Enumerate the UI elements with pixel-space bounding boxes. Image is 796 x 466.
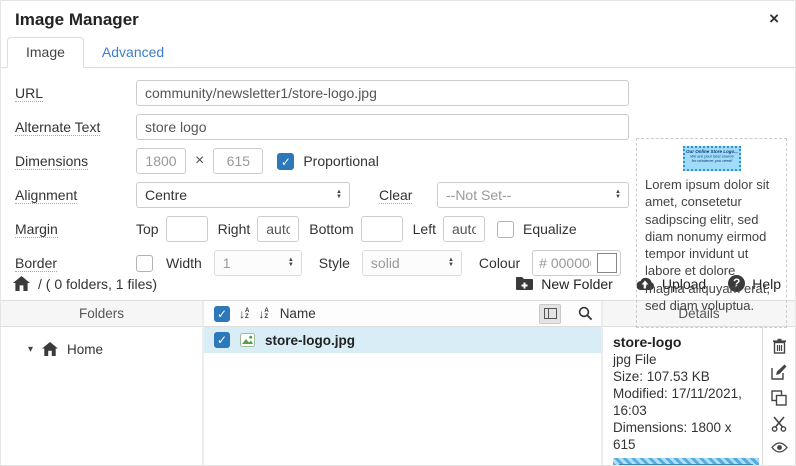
image-file-icon (240, 333, 255, 347)
margin-left-input[interactable] (443, 216, 485, 242)
border-width-label: Width (166, 255, 202, 271)
file-list: ✓ store-logo.jpg (204, 327, 601, 353)
copy-icon[interactable] (771, 390, 787, 406)
alignment-row: Alignment Centre ▲▼ Clear --Not Set-- ▲▼ (15, 182, 629, 208)
margin-right-label: Right (218, 221, 251, 237)
border-label: Border (15, 255, 57, 272)
border-style-select[interactable]: solid ▲▼ (362, 250, 462, 276)
select-all-checkbox[interactable]: ✓ (214, 306, 230, 322)
margin-bottom-label: Bottom (309, 221, 353, 237)
preview-lorem-text: Lorem ipsum dolor sit amet, consetetur s… (645, 176, 778, 314)
sort-ascending-icon[interactable]: ↓ AZ (239, 307, 249, 321)
alt-text-row: Alternate Text (15, 114, 629, 140)
details-dimensions: Dimensions: 1800 x 615 (613, 419, 756, 453)
toggle-details-pane-icon[interactable] (539, 304, 561, 324)
file-checkbox[interactable]: ✓ (214, 332, 230, 348)
folder-label: Home (67, 342, 103, 357)
folders-column: Folders ▾ Home (1, 301, 204, 466)
tab-bar: Image Advanced (1, 35, 795, 68)
home-icon (13, 276, 30, 291)
alignment-label: Alignment (15, 187, 77, 204)
file-actions-strip (762, 327, 795, 466)
name-column-label: Name (280, 306, 316, 321)
details-modified: Modified: 17/11/2021, 16:03 (613, 385, 756, 419)
dialog-header: Image Manager × (1, 1, 795, 35)
equalize-label: Equalize (523, 221, 577, 237)
url-row: URL (15, 80, 629, 106)
margin-label: Margin (15, 221, 58, 238)
details-title: store-logo (613, 334, 756, 351)
breadcrumb[interactable]: / ( 0 folders, 1 files) (13, 276, 157, 292)
margin-left-label: Left (413, 221, 436, 237)
proportional-label: Proportional (303, 153, 379, 169)
dialog-title: Image Manager (15, 10, 139, 30)
alt-text-input[interactable] (136, 114, 629, 140)
image-manager-dialog: Image Manager × Image Advanced URL Alter… (0, 0, 796, 466)
margin-row: Margin Top Right Bottom Left Equalize (15, 216, 629, 242)
alt-text-label: Alternate Text (15, 119, 100, 136)
close-icon[interactable]: × (769, 10, 779, 28)
border-colour-field (532, 250, 621, 276)
proportional-checkbox[interactable]: ✓ (277, 153, 294, 170)
files-column: ✓ ↓ AZ ↓ AZ Name ✓ (204, 301, 603, 466)
tab-advanced[interactable]: Advanced (84, 38, 182, 67)
files-header: ✓ ↓ AZ ↓ AZ Name (204, 301, 601, 327)
clear-select[interactable]: --Not Set-- ▲▼ (437, 182, 629, 208)
colour-swatch[interactable] (597, 253, 617, 273)
sort-descending-icon[interactable]: ↓ AZ (258, 307, 268, 321)
select-arrows-icon: ▲▼ (615, 190, 621, 200)
times-glyph: × (195, 152, 204, 170)
url-input[interactable] (136, 80, 629, 106)
border-colour-label: Colour (479, 255, 520, 271)
image-form: URL Alternate Text Dimensions × ✓ Propor… (1, 68, 795, 267)
preview-eye-icon[interactable] (771, 442, 788, 453)
new-folder-icon (515, 276, 534, 291)
tab-image[interactable]: Image (7, 37, 84, 68)
margin-top-input[interactable] (166, 216, 208, 242)
margin-top-label: Top (136, 221, 159, 237)
dimensions-row: Dimensions × ✓ Proportional (15, 148, 629, 174)
caret-down-icon[interactable]: ▾ (28, 344, 33, 355)
height-input[interactable] (213, 148, 263, 174)
select-arrows-icon: ▲▼ (336, 190, 342, 200)
file-details: store-logo jpg File Size: 107.53 KB Modi… (603, 327, 762, 466)
details-image-thumbnail: Our Online Store Logo... We are your bes… (613, 458, 759, 466)
cut-icon[interactable] (771, 416, 787, 432)
file-name: store-logo.jpg (265, 333, 355, 348)
border-colour-input[interactable] (533, 252, 597, 274)
margin-bottom-input[interactable] (361, 216, 403, 242)
home-icon (42, 342, 58, 356)
search-icon[interactable] (578, 306, 593, 321)
border-style-label: Style (319, 255, 350, 271)
width-input[interactable] (136, 148, 186, 174)
folder-tree-item-home[interactable]: ▾ Home (1, 336, 202, 362)
new-folder-button[interactable]: New Folder (515, 276, 613, 292)
image-preview-panel: Our Online Store Logo... We are your bes… (636, 138, 787, 328)
equalize-checkbox[interactable] (497, 221, 514, 238)
select-arrows-icon: ▲▼ (288, 258, 294, 268)
preview-image-thumbnail: Our Online Store Logo... We are your bes… (683, 146, 741, 171)
border-width-select[interactable]: 1 ▲▼ (214, 250, 302, 276)
border-row: Border Width 1 ▲▼ Style solid ▲▼ Colour (15, 250, 629, 276)
alignment-select[interactable]: Centre ▲▼ (136, 182, 350, 208)
url-label: URL (15, 85, 43, 102)
select-arrows-icon: ▲▼ (448, 258, 454, 268)
folders-header: Folders (1, 301, 202, 327)
clear-label: Clear (379, 187, 412, 204)
margin-right-input[interactable] (257, 216, 299, 242)
file-row[interactable]: ✓ store-logo.jpg (204, 327, 601, 353)
details-type: jpg File (613, 351, 756, 368)
delete-icon[interactable] (772, 338, 787, 354)
details-size: Size: 107.53 KB (613, 368, 756, 385)
border-checkbox[interactable] (136, 255, 153, 272)
rename-icon[interactable] (771, 364, 787, 380)
dimensions-label: Dimensions (15, 153, 88, 170)
breadcrumb-text: / ( 0 folders, 1 files) (38, 276, 157, 292)
